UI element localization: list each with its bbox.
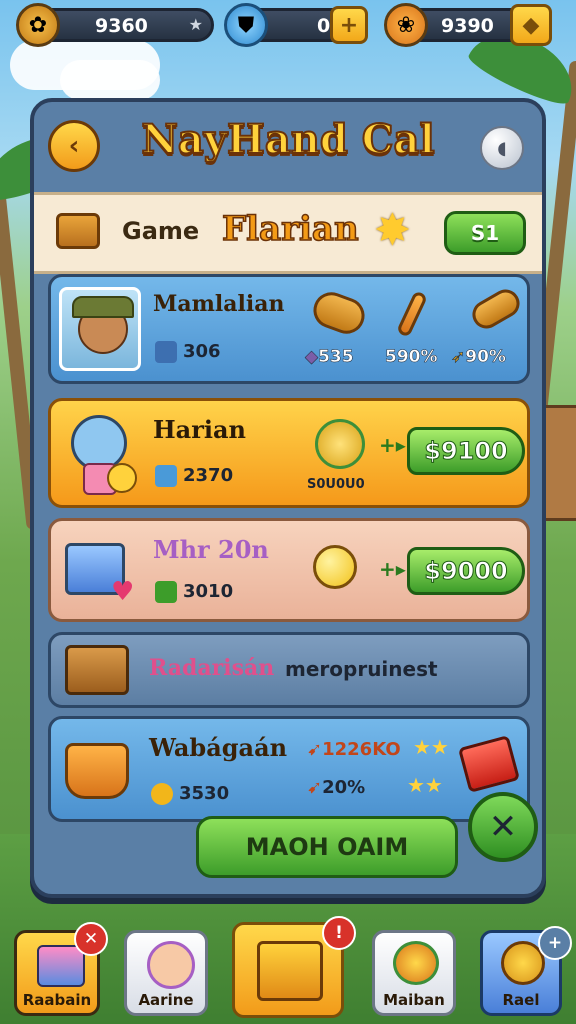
heart-icon: ♥ bbox=[111, 577, 135, 607]
star-burst-icon: ✸ bbox=[374, 205, 411, 256]
level-button-label: S1 bbox=[470, 221, 500, 245]
character-card-3[interactable]: ♥ Mhr 20n 3010 +▸ $9000 bbox=[48, 518, 530, 622]
card-stat-value: 3010 bbox=[183, 581, 234, 602]
coin-label: S0U0U0 bbox=[307, 477, 365, 492]
character-card-2[interactable]: Harian 2370 S0U0U0 +▸ $9100 bbox=[48, 398, 530, 508]
item-value-3-text: 90% bbox=[465, 347, 506, 368]
price-label: $9000 bbox=[424, 557, 508, 586]
game-header-bar: Game Flarian ✸ S1 bbox=[34, 192, 542, 274]
coins-value: 9360 bbox=[95, 15, 148, 37]
potion-icon bbox=[313, 545, 357, 589]
buy-button-2[interactable]: $9000 bbox=[407, 547, 525, 595]
nav-label: Aarine bbox=[138, 991, 194, 1009]
nav-label: Raabain bbox=[22, 991, 92, 1009]
cube-icon bbox=[37, 945, 85, 987]
cloud bbox=[60, 60, 160, 100]
close-button[interactable]: ✕ bbox=[468, 792, 538, 862]
chart-icon bbox=[155, 581, 177, 603]
card-stat-value: 3530 bbox=[179, 783, 230, 804]
gems-value: 0 bbox=[317, 15, 331, 37]
card-title: Radarisán bbox=[149, 655, 275, 681]
nav-label: Maiban bbox=[383, 991, 445, 1009]
close-badge-icon[interactable]: ✕ bbox=[74, 922, 108, 956]
reward-value-1-text: 1226KO bbox=[322, 739, 401, 760]
card-stat: 3530 bbox=[151, 783, 229, 805]
pot-icon bbox=[65, 743, 129, 799]
character-portrait bbox=[59, 287, 141, 371]
reward-value-1: ➹1226KO bbox=[307, 739, 401, 760]
card-subtitle: meropruinest bbox=[285, 657, 438, 681]
avatar bbox=[147, 941, 195, 989]
card-stat-value: 2370 bbox=[183, 465, 234, 486]
card-title: Mhr 20n bbox=[153, 535, 269, 564]
character-card-1[interactable]: Mamlalian 306 ◆535 590% ➶90% bbox=[48, 274, 530, 384]
gem-icon bbox=[457, 735, 521, 793]
torch-icon bbox=[395, 290, 429, 338]
chest-icon bbox=[56, 213, 100, 249]
star-icon: ★ bbox=[188, 15, 203, 34]
pacman-icon[interactable]: ◖ bbox=[480, 126, 524, 170]
item-value-1: ◆535 bbox=[305, 347, 354, 368]
medal-icon bbox=[151, 783, 173, 805]
add-badge-icon[interactable]: + bbox=[538, 926, 572, 960]
plus-arrow-icon: +▸ bbox=[379, 433, 406, 457]
fire-icon: ➹ bbox=[307, 739, 323, 760]
card-title: Wabágaán bbox=[149, 733, 288, 762]
shield-icon: ⛊ bbox=[224, 3, 268, 47]
reward-value-2-text: 20% bbox=[322, 777, 366, 798]
main-action-label: MAOH OAIM bbox=[245, 833, 409, 861]
add-gems-button[interactable]: + bbox=[330, 6, 368, 44]
coin-icon: ✿ bbox=[16, 3, 60, 47]
gift-box-icon bbox=[257, 941, 323, 1001]
fruit-icon bbox=[393, 941, 439, 985]
card-stat: 2370 bbox=[155, 465, 233, 487]
buy-button-1[interactable]: $9100 bbox=[407, 427, 525, 475]
item-value-1-text: 535 bbox=[318, 347, 354, 368]
stars-icon: ★★ bbox=[407, 773, 443, 797]
fire-icon: ➹ bbox=[307, 777, 323, 798]
card-stat: 306 bbox=[155, 341, 221, 363]
nav-aarine[interactable]: Aarine bbox=[124, 930, 208, 1016]
character-avatar bbox=[65, 411, 137, 495]
gold-value: 9390 bbox=[441, 15, 494, 37]
scroll-icon bbox=[467, 284, 525, 334]
level-button[interactable]: S1 bbox=[444, 211, 526, 255]
game-name: Flarian bbox=[221, 208, 359, 250]
top-resource-bar: 9360 ★ ✿ 0 ⛊ + 9390 ❀ ◆ bbox=[0, 0, 576, 54]
item-value-2: 590% bbox=[385, 347, 438, 368]
card-title: Harian bbox=[153, 415, 246, 444]
plus-arrow-icon: +▸ bbox=[379, 557, 406, 581]
info-card[interactable]: Radarisán meropruinest bbox=[48, 632, 530, 708]
game-label: Game bbox=[122, 217, 200, 245]
price-label: $9100 bbox=[424, 437, 508, 466]
reward-value-2: ➹20% bbox=[307, 777, 365, 798]
main-action-button[interactable]: MAOH OAIM bbox=[196, 816, 458, 878]
card-title: Mamlalian bbox=[153, 291, 285, 317]
add-gold-button[interactable]: ◆ bbox=[510, 4, 552, 46]
notification-badge-icon[interactable]: ! bbox=[322, 916, 356, 950]
card-stat-value: 306 bbox=[183, 341, 221, 362]
chart-icon bbox=[155, 465, 177, 487]
panel-title: NayHand Cal bbox=[140, 115, 435, 164]
character-card-5[interactable]: Wabágaán 3530 ➹1226KO ★★ ➹20% ★★ bbox=[48, 716, 530, 822]
nav-maiban[interactable]: Maiban bbox=[372, 930, 456, 1016]
log-icon bbox=[308, 287, 370, 339]
coin-icon bbox=[107, 463, 137, 493]
nav-label: Rael bbox=[502, 991, 540, 1009]
treasure-icon: ❀ bbox=[384, 3, 428, 47]
card-stat: 3010 bbox=[155, 581, 233, 603]
stars-icon: ★★ bbox=[413, 735, 449, 759]
item-value-3: ➶90% bbox=[451, 347, 506, 368]
hat-icon bbox=[72, 296, 134, 318]
main-panel: ‹ NayHand Cal ◖ Game Flarian ✸ S1 Mamlal… bbox=[30, 98, 546, 898]
sun-coin-icon bbox=[315, 419, 365, 469]
chart-icon bbox=[155, 341, 177, 363]
chest-icon bbox=[65, 645, 129, 695]
